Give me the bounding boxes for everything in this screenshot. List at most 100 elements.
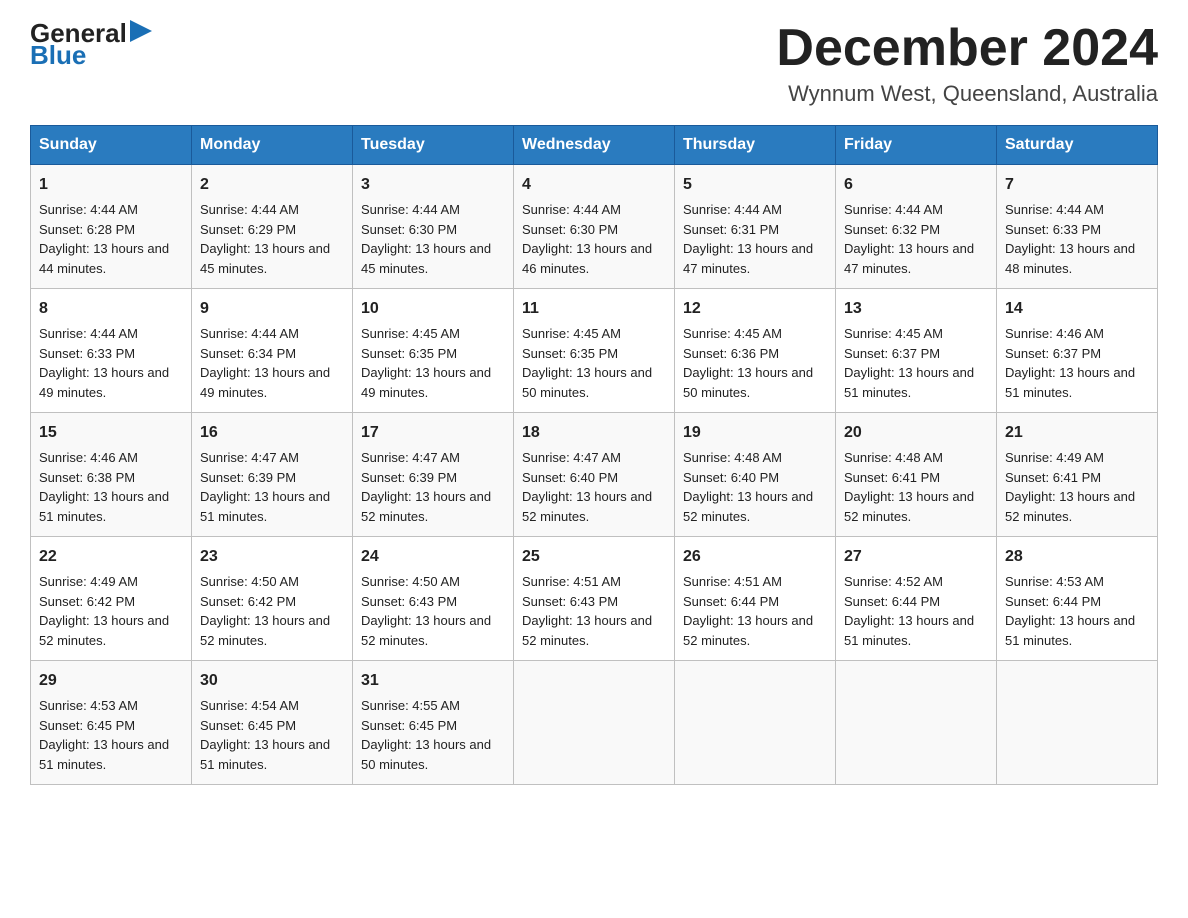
day-sunset: Sunset: 6:37 PM bbox=[1005, 346, 1101, 361]
day-number: 24 bbox=[361, 545, 505, 569]
day-sunrise: Sunrise: 4:50 AM bbox=[361, 574, 460, 589]
day-number: 5 bbox=[683, 173, 827, 197]
calendar-day-cell: 21 Sunrise: 4:49 AM Sunset: 6:41 PM Dayl… bbox=[997, 413, 1158, 537]
day-sunset: Sunset: 6:45 PM bbox=[200, 718, 296, 733]
day-daylight: Daylight: 13 hours and 50 minutes. bbox=[522, 365, 652, 400]
day-sunrise: Sunrise: 4:45 AM bbox=[844, 326, 943, 341]
day-sunrise: Sunrise: 4:50 AM bbox=[200, 574, 299, 589]
calendar-day-cell: 3 Sunrise: 4:44 AM Sunset: 6:30 PM Dayli… bbox=[353, 165, 514, 289]
calendar-day-cell: 29 Sunrise: 4:53 AM Sunset: 6:45 PM Dayl… bbox=[31, 661, 192, 785]
calendar-day-cell bbox=[514, 661, 675, 785]
day-sunset: Sunset: 6:31 PM bbox=[683, 222, 779, 237]
day-number: 8 bbox=[39, 297, 183, 321]
day-number: 30 bbox=[200, 669, 344, 693]
day-sunrise: Sunrise: 4:44 AM bbox=[39, 326, 138, 341]
calendar-day-cell: 7 Sunrise: 4:44 AM Sunset: 6:33 PM Dayli… bbox=[997, 165, 1158, 289]
day-sunset: Sunset: 6:32 PM bbox=[844, 222, 940, 237]
day-daylight: Daylight: 13 hours and 52 minutes. bbox=[39, 613, 169, 648]
day-sunrise: Sunrise: 4:53 AM bbox=[39, 698, 138, 713]
day-daylight: Daylight: 13 hours and 51 minutes. bbox=[200, 737, 330, 772]
day-sunrise: Sunrise: 4:48 AM bbox=[844, 450, 943, 465]
day-daylight: Daylight: 13 hours and 51 minutes. bbox=[844, 365, 974, 400]
day-sunrise: Sunrise: 4:44 AM bbox=[200, 202, 299, 217]
day-number: 16 bbox=[200, 421, 344, 445]
day-number: 19 bbox=[683, 421, 827, 445]
day-number: 23 bbox=[200, 545, 344, 569]
calendar-table: SundayMondayTuesdayWednesdayThursdayFrid… bbox=[30, 125, 1158, 785]
day-sunset: Sunset: 6:30 PM bbox=[361, 222, 457, 237]
day-daylight: Daylight: 13 hours and 52 minutes. bbox=[844, 489, 974, 524]
calendar-day-cell: 6 Sunrise: 4:44 AM Sunset: 6:32 PM Dayli… bbox=[836, 165, 997, 289]
calendar-day-cell: 26 Sunrise: 4:51 AM Sunset: 6:44 PM Dayl… bbox=[675, 537, 836, 661]
day-sunrise: Sunrise: 4:44 AM bbox=[200, 326, 299, 341]
day-sunset: Sunset: 6:35 PM bbox=[522, 346, 618, 361]
day-daylight: Daylight: 13 hours and 51 minutes. bbox=[1005, 613, 1135, 648]
header-row: SundayMondayTuesdayWednesdayThursdayFrid… bbox=[31, 126, 1158, 165]
day-sunrise: Sunrise: 4:44 AM bbox=[844, 202, 943, 217]
calendar-day-cell: 13 Sunrise: 4:45 AM Sunset: 6:37 PM Dayl… bbox=[836, 289, 997, 413]
calendar-week-row: 8 Sunrise: 4:44 AM Sunset: 6:33 PM Dayli… bbox=[31, 289, 1158, 413]
calendar-day-cell bbox=[675, 661, 836, 785]
calendar-day-cell: 14 Sunrise: 4:46 AM Sunset: 6:37 PM Dayl… bbox=[997, 289, 1158, 413]
day-sunrise: Sunrise: 4:48 AM bbox=[683, 450, 782, 465]
day-number: 7 bbox=[1005, 173, 1149, 197]
calendar-day-cell: 12 Sunrise: 4:45 AM Sunset: 6:36 PM Dayl… bbox=[675, 289, 836, 413]
calendar-day-cell: 27 Sunrise: 4:52 AM Sunset: 6:44 PM Dayl… bbox=[836, 537, 997, 661]
calendar-day-cell: 17 Sunrise: 4:47 AM Sunset: 6:39 PM Dayl… bbox=[353, 413, 514, 537]
day-sunrise: Sunrise: 4:55 AM bbox=[361, 698, 460, 713]
day-sunset: Sunset: 6:42 PM bbox=[39, 594, 135, 609]
calendar-day-cell: 1 Sunrise: 4:44 AM Sunset: 6:28 PM Dayli… bbox=[31, 165, 192, 289]
calendar-day-cell bbox=[836, 661, 997, 785]
day-sunrise: Sunrise: 4:45 AM bbox=[361, 326, 460, 341]
day-number: 15 bbox=[39, 421, 183, 445]
day-sunset: Sunset: 6:28 PM bbox=[39, 222, 135, 237]
calendar-day-cell: 8 Sunrise: 4:44 AM Sunset: 6:33 PM Dayli… bbox=[31, 289, 192, 413]
day-number: 22 bbox=[39, 545, 183, 569]
day-daylight: Daylight: 13 hours and 51 minutes. bbox=[1005, 365, 1135, 400]
calendar-week-row: 15 Sunrise: 4:46 AM Sunset: 6:38 PM Dayl… bbox=[31, 413, 1158, 537]
calendar-day-cell: 9 Sunrise: 4:44 AM Sunset: 6:34 PM Dayli… bbox=[192, 289, 353, 413]
day-daylight: Daylight: 13 hours and 51 minutes. bbox=[200, 489, 330, 524]
calendar-day-cell: 4 Sunrise: 4:44 AM Sunset: 6:30 PM Dayli… bbox=[514, 165, 675, 289]
header-wednesday: Wednesday bbox=[514, 126, 675, 165]
day-sunset: Sunset: 6:34 PM bbox=[200, 346, 296, 361]
day-sunrise: Sunrise: 4:44 AM bbox=[361, 202, 460, 217]
day-number: 14 bbox=[1005, 297, 1149, 321]
day-number: 31 bbox=[361, 669, 505, 693]
day-number: 6 bbox=[844, 173, 988, 197]
day-daylight: Daylight: 13 hours and 52 minutes. bbox=[683, 489, 813, 524]
day-number: 21 bbox=[1005, 421, 1149, 445]
day-daylight: Daylight: 13 hours and 49 minutes. bbox=[200, 365, 330, 400]
day-sunset: Sunset: 6:30 PM bbox=[522, 222, 618, 237]
day-sunrise: Sunrise: 4:47 AM bbox=[522, 450, 621, 465]
day-number: 9 bbox=[200, 297, 344, 321]
header-saturday: Saturday bbox=[997, 126, 1158, 165]
day-daylight: Daylight: 13 hours and 49 minutes. bbox=[39, 365, 169, 400]
day-number: 27 bbox=[844, 545, 988, 569]
header-tuesday: Tuesday bbox=[353, 126, 514, 165]
day-sunrise: Sunrise: 4:47 AM bbox=[361, 450, 460, 465]
day-daylight: Daylight: 13 hours and 52 minutes. bbox=[683, 613, 813, 648]
day-daylight: Daylight: 13 hours and 48 minutes. bbox=[1005, 241, 1135, 276]
day-number: 13 bbox=[844, 297, 988, 321]
day-sunset: Sunset: 6:41 PM bbox=[1005, 470, 1101, 485]
day-sunrise: Sunrise: 4:49 AM bbox=[39, 574, 138, 589]
day-sunset: Sunset: 6:45 PM bbox=[39, 718, 135, 733]
calendar-day-cell: 2 Sunrise: 4:44 AM Sunset: 6:29 PM Dayli… bbox=[192, 165, 353, 289]
calendar-body: 1 Sunrise: 4:44 AM Sunset: 6:28 PM Dayli… bbox=[31, 165, 1158, 785]
day-number: 18 bbox=[522, 421, 666, 445]
day-daylight: Daylight: 13 hours and 52 minutes. bbox=[522, 613, 652, 648]
day-sunset: Sunset: 6:44 PM bbox=[1005, 594, 1101, 609]
day-daylight: Daylight: 13 hours and 51 minutes. bbox=[39, 489, 169, 524]
day-sunset: Sunset: 6:33 PM bbox=[39, 346, 135, 361]
calendar-day-cell: 11 Sunrise: 4:45 AM Sunset: 6:35 PM Dayl… bbox=[514, 289, 675, 413]
day-number: 20 bbox=[844, 421, 988, 445]
day-number: 1 bbox=[39, 173, 183, 197]
day-sunrise: Sunrise: 4:51 AM bbox=[522, 574, 621, 589]
day-sunrise: Sunrise: 4:47 AM bbox=[200, 450, 299, 465]
day-daylight: Daylight: 13 hours and 52 minutes. bbox=[361, 613, 491, 648]
day-sunset: Sunset: 6:33 PM bbox=[1005, 222, 1101, 237]
day-daylight: Daylight: 13 hours and 46 minutes. bbox=[522, 241, 652, 276]
calendar-day-cell: 16 Sunrise: 4:47 AM Sunset: 6:39 PM Dayl… bbox=[192, 413, 353, 537]
day-number: 4 bbox=[522, 173, 666, 197]
